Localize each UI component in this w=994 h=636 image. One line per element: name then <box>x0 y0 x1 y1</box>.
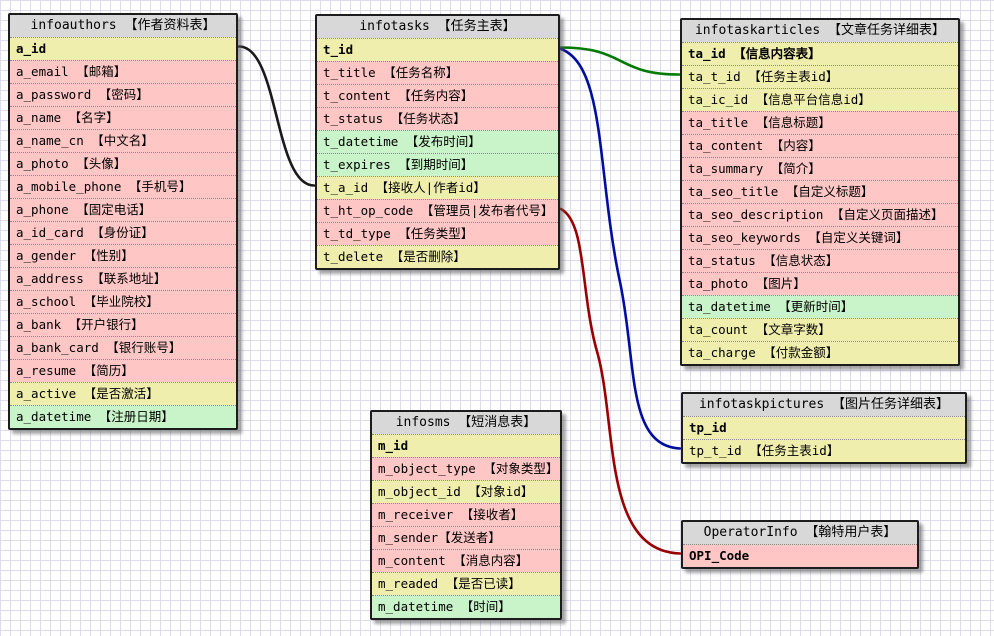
field-infosms-m_datetime[interactable]: m_datetime 【时间】 <box>372 595 560 618</box>
field-OperatorInfo-OPI_Code[interactable]: OPI_Code <box>683 544 917 567</box>
field-infoauthors-a_datetime[interactable]: a_datetime 【注册日期】 <box>10 405 236 428</box>
field-infosms-m_sender[interactable]: m_sender【发送者】 <box>372 526 560 549</box>
field-infotaskarticles-ta_content[interactable]: ta_content 【内容】 <box>682 134 958 157</box>
relationship-line-infotasks.t_id-to-infotaskpictures.tp_t_id[interactable] <box>561 49 680 449</box>
field-infoauthors-a_name[interactable]: a_name 【名字】 <box>10 106 236 129</box>
field-infosms-m_object_id[interactable]: m_object_id 【对象id】 <box>372 480 560 503</box>
field-infoauthors-a_gender[interactable]: a_gender 【性别】 <box>10 244 236 267</box>
field-infosms-m_readed[interactable]: m_readed 【是否已读】 <box>372 572 560 595</box>
field-infotaskpictures-tp_t_id[interactable]: tp_t_id 【任务主表id】 <box>683 439 965 462</box>
table-infosms[interactable]: infosms 【短消息表】m_idm_object_type 【对象类型】m_… <box>370 410 562 620</box>
er-diagram-canvas: infoauthors 【作者资料表】a_ida_email 【邮箱】a_pas… <box>0 0 994 636</box>
relationship-line-infotasks.t_ht_op_code-to-OperatorInfo.OPI_Code[interactable] <box>561 209 680 554</box>
field-infoauthors-a_photo[interactable]: a_photo 【头像】 <box>10 152 236 175</box>
relationship-line-infoauthors.a_id-to-infotasks.t_a_id[interactable] <box>239 47 314 186</box>
field-infosms-m_receiver[interactable]: m_receiver 【接收者】 <box>372 503 560 526</box>
field-infoauthors-a_bank_card[interactable]: a_bank_card 【银行账号】 <box>10 336 236 359</box>
table-infotaskpictures[interactable]: infotaskpictures 【图片任务详细表】tp_idtp_t_id 【… <box>681 392 967 464</box>
table-infotasks[interactable]: infotasks 【任务主表】t_idt_title 【任务名称】t_cont… <box>315 14 560 270</box>
field-infoauthors-a_address[interactable]: a_address 【联系地址】 <box>10 267 236 290</box>
table-title-infoauthors[interactable]: infoauthors 【作者资料表】 <box>10 15 236 37</box>
table-title-infotaskarticles[interactable]: infotaskarticles 【文章任务详细表】 <box>682 20 958 42</box>
field-infosms-m_id[interactable]: m_id <box>372 434 560 457</box>
field-infotasks-t_delete[interactable]: t_delete 【是否删除】 <box>317 245 558 268</box>
field-infotasks-t_datetime[interactable]: t_datetime 【发布时间】 <box>317 130 558 153</box>
relationship-line-infotasks.t_id-to-infotaskarticles.ta_t_id[interactable] <box>561 48 679 75</box>
field-infoauthors-a_email[interactable]: a_email 【邮箱】 <box>10 60 236 83</box>
field-infoauthors-a_id_card[interactable]: a_id_card 【身份证】 <box>10 221 236 244</box>
field-infotasks-t_expires[interactable]: t_expires 【到期时间】 <box>317 153 558 176</box>
field-infoauthors-a_school[interactable]: a_school 【毕业院校】 <box>10 290 236 313</box>
field-infotasks-t_content[interactable]: t_content 【任务内容】 <box>317 84 558 107</box>
field-infotasks-t_td_type[interactable]: t_td_type 【任务类型】 <box>317 222 558 245</box>
field-infoauthors-a_name_cn[interactable]: a_name_cn 【中文名】 <box>10 129 236 152</box>
field-infotasks-t_a_id[interactable]: t_a_id 【接收人|作者id】 <box>317 176 558 199</box>
table-OperatorInfo[interactable]: OperatorInfo 【翰特用户表】OPI_Code <box>681 520 919 569</box>
field-infotaskarticles-ta_summary[interactable]: ta_summary 【简介】 <box>682 157 958 180</box>
table-title-infotasks[interactable]: infotasks 【任务主表】 <box>317 16 558 38</box>
field-infotaskarticles-ta_id[interactable]: ta_id 【信息内容表】 <box>682 42 958 65</box>
table-title-infosms[interactable]: infosms 【短消息表】 <box>372 412 560 434</box>
table-infotaskarticles[interactable]: infotaskarticles 【文章任务详细表】ta_id 【信息内容表】t… <box>680 18 960 366</box>
field-infoauthors-a_active[interactable]: a_active 【是否激活】 <box>10 382 236 405</box>
field-infoauthors-a_id[interactable]: a_id <box>10 37 236 60</box>
field-infotaskpictures-tp_id[interactable]: tp_id <box>683 416 965 439</box>
field-infotaskarticles-ta_datetime[interactable]: ta_datetime 【更新时间】 <box>682 295 958 318</box>
field-infotaskarticles-ta_title[interactable]: ta_title 【信息标题】 <box>682 111 958 134</box>
field-infotaskarticles-ta_status[interactable]: ta_status 【信息状态】 <box>682 249 958 272</box>
field-infoauthors-a_resume[interactable]: a_resume 【简历】 <box>10 359 236 382</box>
table-title-infotaskpictures[interactable]: infotaskpictures 【图片任务详细表】 <box>683 394 965 416</box>
field-infotasks-t_ht_op_code[interactable]: t_ht_op_code 【管理员|发布者代号】 <box>317 199 558 222</box>
field-infotaskarticles-ta_photo[interactable]: ta_photo 【图片】 <box>682 272 958 295</box>
field-infoauthors-a_mobile_phone[interactable]: a_mobile_phone 【手机号】 <box>10 175 236 198</box>
field-infosms-m_content[interactable]: m_content 【消息内容】 <box>372 549 560 572</box>
field-infotaskarticles-ta_seo_title[interactable]: ta_seo_title 【自定义标题】 <box>682 180 958 203</box>
field-infotaskarticles-ta_charge[interactable]: ta_charge 【付款金额】 <box>682 341 958 364</box>
field-infotaskarticles-ta_ic_id[interactable]: ta_ic_id 【信息平台信息id】 <box>682 88 958 111</box>
field-infotaskarticles-ta_t_id[interactable]: ta_t_id 【任务主表id】 <box>682 65 958 88</box>
field-infoauthors-a_bank[interactable]: a_bank 【开户银行】 <box>10 313 236 336</box>
field-infosms-m_object_type[interactable]: m_object_type 【对象类型】 <box>372 457 560 480</box>
table-infoauthors[interactable]: infoauthors 【作者资料表】a_ida_email 【邮箱】a_pas… <box>8 13 238 430</box>
field-infoauthors-a_password[interactable]: a_password 【密码】 <box>10 83 236 106</box>
field-infotaskarticles-ta_seo_keywords[interactable]: ta_seo_keywords 【自定义关键词】 <box>682 226 958 249</box>
table-title-OperatorInfo[interactable]: OperatorInfo 【翰特用户表】 <box>683 522 917 544</box>
field-infotaskarticles-ta_count[interactable]: ta_count 【文章字数】 <box>682 318 958 341</box>
field-infoauthors-a_phone[interactable]: a_phone 【固定电话】 <box>10 198 236 221</box>
field-infotasks-t_title[interactable]: t_title 【任务名称】 <box>317 61 558 84</box>
field-infotaskarticles-ta_seo_description[interactable]: ta_seo_description 【自定义页面描述】 <box>682 203 958 226</box>
field-infotasks-t_status[interactable]: t_status 【任务状态】 <box>317 107 558 130</box>
field-infotasks-t_id[interactable]: t_id <box>317 38 558 61</box>
